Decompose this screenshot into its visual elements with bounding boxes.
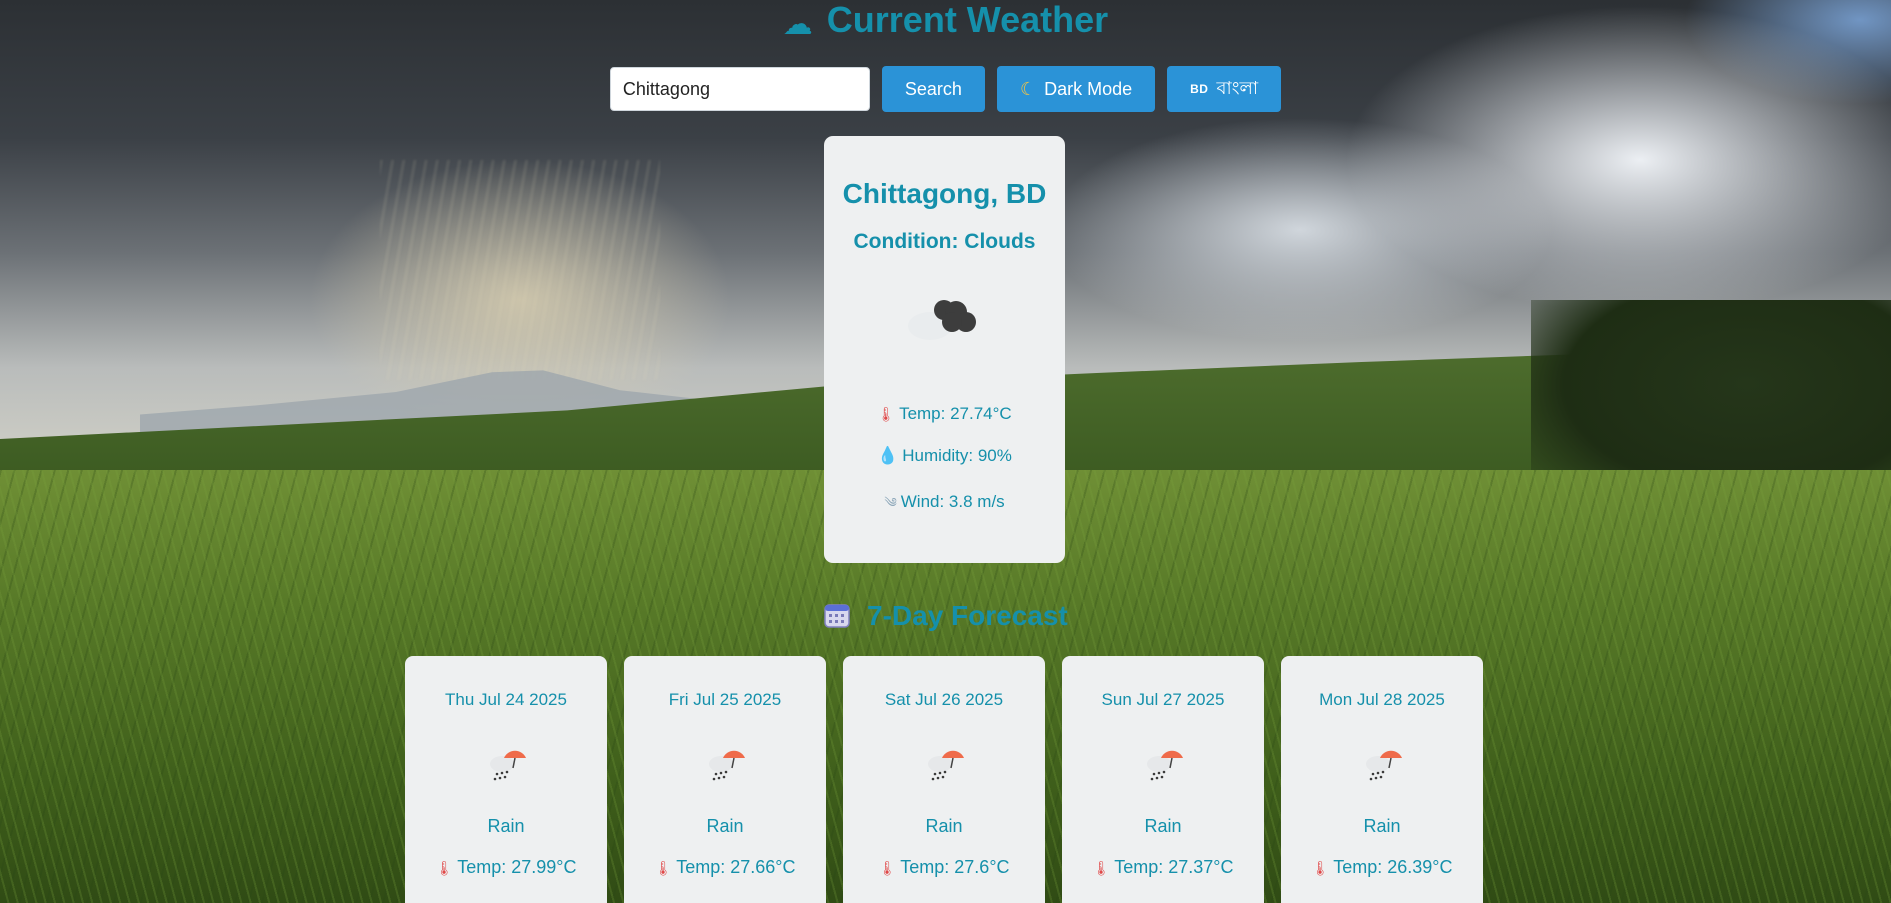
forecast-condition: Rain — [487, 816, 525, 836]
controls-bar: Search ☾ Dark Mode BD বাংলা — [0, 66, 1891, 112]
forecast-condition: Rain — [925, 816, 963, 836]
location-name: Chittagong, BD — [842, 178, 1047, 209]
forecast-temperature: Temp: 27.6°C — [900, 857, 1010, 877]
thermometer-icon: 🌡 — [1311, 860, 1330, 876]
thermometer-icon: 🌡 — [435, 860, 454, 876]
thermometer-icon: 🌡 — [1092, 860, 1111, 876]
forecast-day-card: Sat Jul 26 2025 Rain 🌡 Temp: 27.6°C — [843, 656, 1045, 903]
clouds-icon — [824, 262, 1065, 374]
rain-icon — [405, 734, 607, 794]
forecast-day-card: Mon Jul 28 2025 Rain 🌡 Temp: 26.39°C — [1281, 656, 1483, 903]
forecast-day-card: Fri Jul 25 2025 Rain 🌡 Temp: 27.66°C — [624, 656, 826, 903]
rain-icon — [843, 734, 1045, 794]
forecast-temperature: Temp: 27.66°C — [676, 857, 796, 877]
language-label: বাংলা — [1216, 77, 1259, 98]
forecast-list: Thu Jul 24 2025 Rain 🌡 Temp: 27.99°C Fri … — [405, 656, 1483, 903]
forecast-date: Sat Jul 26 2025 — [884, 690, 1004, 709]
weather-app: ☁ Current Weather Search ☾ Dark Mode BD ব… — [0, 0, 1891, 903]
thermometer-icon: 🌡 — [878, 860, 897, 876]
forecast-temperature-row: 🌡 Temp: 27.66°C — [624, 857, 826, 878]
forecast-condition: Rain — [706, 816, 744, 836]
page-title: ☁ Current Weather — [0, 0, 1891, 45]
forecast-condition: Rain — [1144, 816, 1182, 836]
forecast-temperature-row: 🌡 Temp: 26.39°C — [1281, 857, 1483, 878]
forecast-heading: 7-Day Forecast — [0, 598, 1891, 634]
city-search-input[interactable] — [609, 67, 870, 111]
forecast-temperature: Temp: 27.37°C — [1114, 857, 1234, 877]
forecast-date: Thu Jul 24 2025 — [445, 690, 567, 709]
temperature-value: Temp: 27.74°C — [899, 404, 1012, 423]
forecast-temperature-row: 🌡 Temp: 27.37°C — [1062, 857, 1264, 878]
forecast-condition: Rain — [1363, 816, 1401, 836]
rain-icon — [624, 734, 826, 794]
wind-value: Wind: 3.8 m/s — [900, 492, 1005, 511]
current-weather-card: Chittagong, BD Condition: Clouds 🌡 Temp: … — [824, 136, 1065, 563]
forecast-temperature-row: 🌡 Temp: 27.99°C — [405, 857, 607, 878]
cloud-icon: ☁ — [782, 8, 813, 41]
forecast-date: Sun Jul 27 2025 — [1101, 690, 1225, 709]
droplet-icon: 💧 — [877, 446, 899, 465]
wind-row: ༄ Wind: 3.8 m/s — [824, 488, 1065, 525]
thermometer-icon: 🌡 — [654, 860, 673, 876]
forecast-temperature-row: 🌡 Temp: 27.6°C — [843, 857, 1045, 878]
dark-mode-button[interactable]: ☾ Dark Mode — [996, 66, 1156, 112]
calendar-icon — [823, 600, 859, 631]
bd-flag-label: BD — [1190, 82, 1209, 96]
dark-mode-label: Dark Mode — [1044, 78, 1133, 99]
rain-icon — [1062, 734, 1264, 794]
search-button[interactable]: Search — [881, 66, 985, 112]
forecast-heading-text: 7-Day Forecast — [867, 600, 1068, 631]
forecast-date: Fri Jul 25 2025 — [668, 690, 782, 709]
forecast-temperature: Temp: 27.99°C — [457, 857, 577, 877]
forecast-temperature: Temp: 26.39°C — [1333, 857, 1453, 877]
page-title-text: Current Weather — [826, 0, 1109, 40]
search-button-label: Search — [904, 78, 962, 99]
humidity-value: Humidity: 90% — [902, 446, 1012, 465]
wind-icon: ༄ — [884, 495, 897, 510]
thermometer-icon: 🌡 — [877, 406, 896, 422]
temperature-row: 🌡 Temp: 27.74°C — [824, 404, 1065, 424]
forecast-day-card: Sun Jul 27 2025 Rain 🌡 Temp: 27.37°C — [1062, 656, 1264, 903]
forecast-day-card: Thu Jul 24 2025 Rain 🌡 Temp: 27.99°C — [405, 656, 607, 903]
moon-icon: ☾ — [1019, 78, 1037, 99]
language-toggle-button[interactable]: BD বাংলা — [1167, 66, 1282, 112]
humidity-row: 💧 Humidity: 90% — [824, 446, 1065, 466]
current-condition: Condition: Clouds — [853, 230, 1036, 253]
forecast-date: Mon Jul 28 2025 — [1319, 690, 1445, 709]
rain-icon — [1281, 734, 1483, 794]
